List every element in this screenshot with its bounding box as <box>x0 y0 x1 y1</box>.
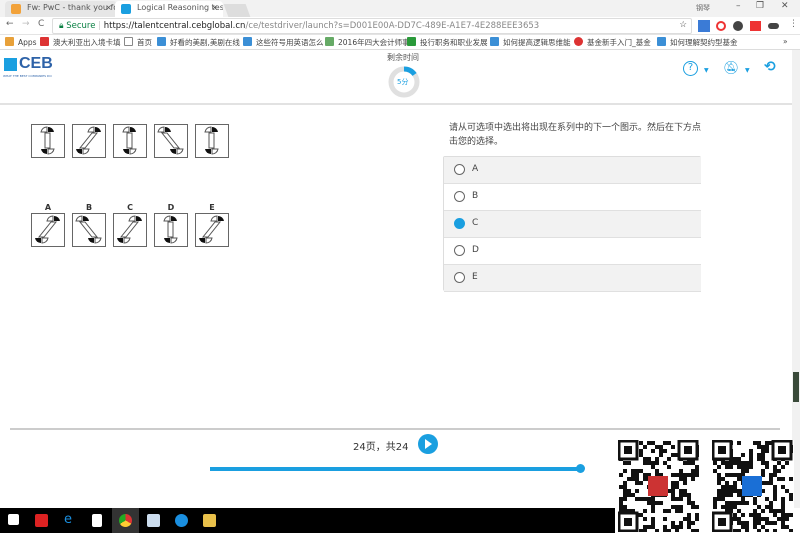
option-label: A <box>472 164 479 174</box>
bookmark[interactable]: 好看的美剧,美剧在线 <box>157 37 240 48</box>
option-label: B <box>472 191 479 201</box>
answer-figure-e[interactable] <box>195 213 229 247</box>
sound-off-icon[interactable]: 🔕︎ <box>723 61 740 76</box>
address-bar[interactable]: 🔒︎ Secure | https://talentcentral.cebglo… <box>52 18 692 34</box>
radio-button[interactable] <box>454 191 465 202</box>
lock-icon: 🔒︎ <box>59 21 64 31</box>
series-figure <box>113 124 147 158</box>
answer-figure-b[interactable] <box>72 213 106 247</box>
close-tab-icon[interactable]: × <box>211 3 218 12</box>
answer-label: B <box>85 203 93 212</box>
new-tab-button[interactable] <box>223 4 251 17</box>
logo-tagline: WHAT THE BEST COMPANIES DO <box>3 74 52 78</box>
answer-label: C <box>127 203 133 212</box>
bookmark[interactable]: 首页 <box>124 37 152 48</box>
answer-figure-d[interactable] <box>154 213 188 247</box>
option-label: D <box>472 245 479 255</box>
tab-favicon-icon <box>11 4 21 14</box>
windows-start-icon[interactable] <box>8 514 19 525</box>
qr-code-image <box>711 439 794 533</box>
minimize-button[interactable]: – <box>736 1 741 11</box>
app-icon[interactable] <box>147 514 160 527</box>
radio-button[interactable] <box>454 245 465 256</box>
bookmark-star-icon[interactable]: ☆ <box>679 20 687 30</box>
close-window-button[interactable]: ✕ <box>781 1 789 11</box>
bookmark[interactable]: 如何提高逻辑思维能 <box>490 37 571 48</box>
maximize-button[interactable]: ❐ <box>756 1 764 11</box>
extension-icon[interactable] <box>698 20 710 32</box>
series-figure <box>31 124 65 158</box>
option-label: E <box>472 272 478 282</box>
option-a[interactable]: A <box>444 157 701 184</box>
back-button[interactable]: ← <box>6 19 14 29</box>
progress-bar <box>210 464 585 473</box>
qr-code-image <box>617 439 700 533</box>
page-indicator: 24页，共24 <box>353 442 409 453</box>
edge-icon[interactable]: e <box>64 512 77 527</box>
question-prompt: 请从可选项中选出将出现在系列中的下一个图示。然后在下方点击您的选择。 <box>449 123 702 147</box>
option-c[interactable]: C <box>444 211 701 238</box>
series-figure <box>72 124 106 158</box>
answer-figure-c[interactable] <box>113 213 147 247</box>
bookmark[interactable]: 澳大利亚出入境卡填 <box>40 37 121 48</box>
options-list: A B C D E <box>443 156 701 292</box>
bookmark[interactable]: 投行职务和职业发展 <box>407 37 488 48</box>
option-b[interactable]: B <box>444 184 701 211</box>
file-explorer-icon[interactable] <box>203 514 216 527</box>
clock-extension-icon[interactable] <box>733 21 743 31</box>
browser-titlebar: Fw: PwC - thank you fo × Logical Reasonin… <box>0 0 800 17</box>
tab-favicon-icon <box>121 4 131 14</box>
option-e[interactable]: E <box>444 265 701 292</box>
answer-label: A <box>44 203 52 212</box>
bookmark[interactable]: 2016年四大会计师事 <box>325 37 410 48</box>
more-bookmarks-button[interactable]: » <box>783 37 788 46</box>
progress-fill <box>210 467 580 471</box>
chevron-down-icon[interactable]: ▼ <box>704 67 709 74</box>
chrome-icon[interactable] <box>119 514 132 527</box>
close-tab-icon[interactable]: × <box>105 3 112 12</box>
app-icon[interactable] <box>175 514 188 527</box>
exit-icon[interactable]: ⟲ <box>764 59 776 75</box>
series-figure <box>154 124 188 158</box>
bookmark[interactable]: 如何理解契约型基金 <box>657 37 738 48</box>
browser-toolbar: ← → C 🔒︎ Secure | https://talentcentral.… <box>0 17 800 35</box>
ceb-logo-icon <box>4 58 17 71</box>
bookmarks-bar: Apps 澳大利亚出入境卡填 首页 好看的美剧,美剧在线 这些符号用英语怎么 2… <box>0 35 800 50</box>
progress-knob <box>576 464 585 473</box>
reload-button[interactable]: C <box>38 19 44 29</box>
radio-button[interactable] <box>454 218 465 229</box>
window-user: 钢琴 <box>696 4 710 12</box>
timer-value: 5分 <box>397 78 409 86</box>
taskbar: e <box>0 508 615 533</box>
glasses-extension-icon[interactable] <box>768 23 779 29</box>
tab-fw-pwc[interactable]: Fw: PwC - thank you fo × <box>5 1 117 17</box>
app-icon[interactable] <box>35 514 48 527</box>
series-figure <box>195 124 229 158</box>
opera-extension-icon[interactable] <box>716 21 726 31</box>
app-header: CEB WHAT THE BEST COMPANIES DO 剩余时间 5分 ?… <box>0 50 792 105</box>
option-label: C <box>472 218 479 228</box>
radio-button[interactable] <box>454 164 465 175</box>
chevron-down-icon[interactable]: ▼ <box>745 67 750 74</box>
answer-label: D <box>167 203 175 212</box>
scrollbar-thumb[interactable] <box>793 372 799 402</box>
store-icon[interactable] <box>92 514 102 527</box>
tab-logical-reasoning[interactable]: Logical Reasoning test | × <box>115 1 223 17</box>
answer-label: E <box>209 203 215 212</box>
next-button[interactable] <box>418 434 438 454</box>
play-icon <box>425 439 432 449</box>
answer-figure-a[interactable] <box>31 213 65 247</box>
bookmark[interactable]: 这些符号用英语怎么 <box>243 37 324 48</box>
bookmark[interactable]: 基金新手入门_基金 <box>574 37 651 48</box>
option-d[interactable]: D <box>444 238 701 265</box>
bookmark-apps[interactable]: Apps <box>5 37 37 47</box>
divider <box>10 428 780 430</box>
extension-icon[interactable] <box>750 21 761 31</box>
timer-label: 剩余时间 <box>387 53 419 62</box>
forward-button[interactable]: → <box>22 19 30 29</box>
radio-button[interactable] <box>454 272 465 283</box>
help-icon[interactable]: ? <box>683 61 698 76</box>
logo: CEB <box>19 55 53 72</box>
menu-icon[interactable]: ⋮ <box>789 19 798 29</box>
